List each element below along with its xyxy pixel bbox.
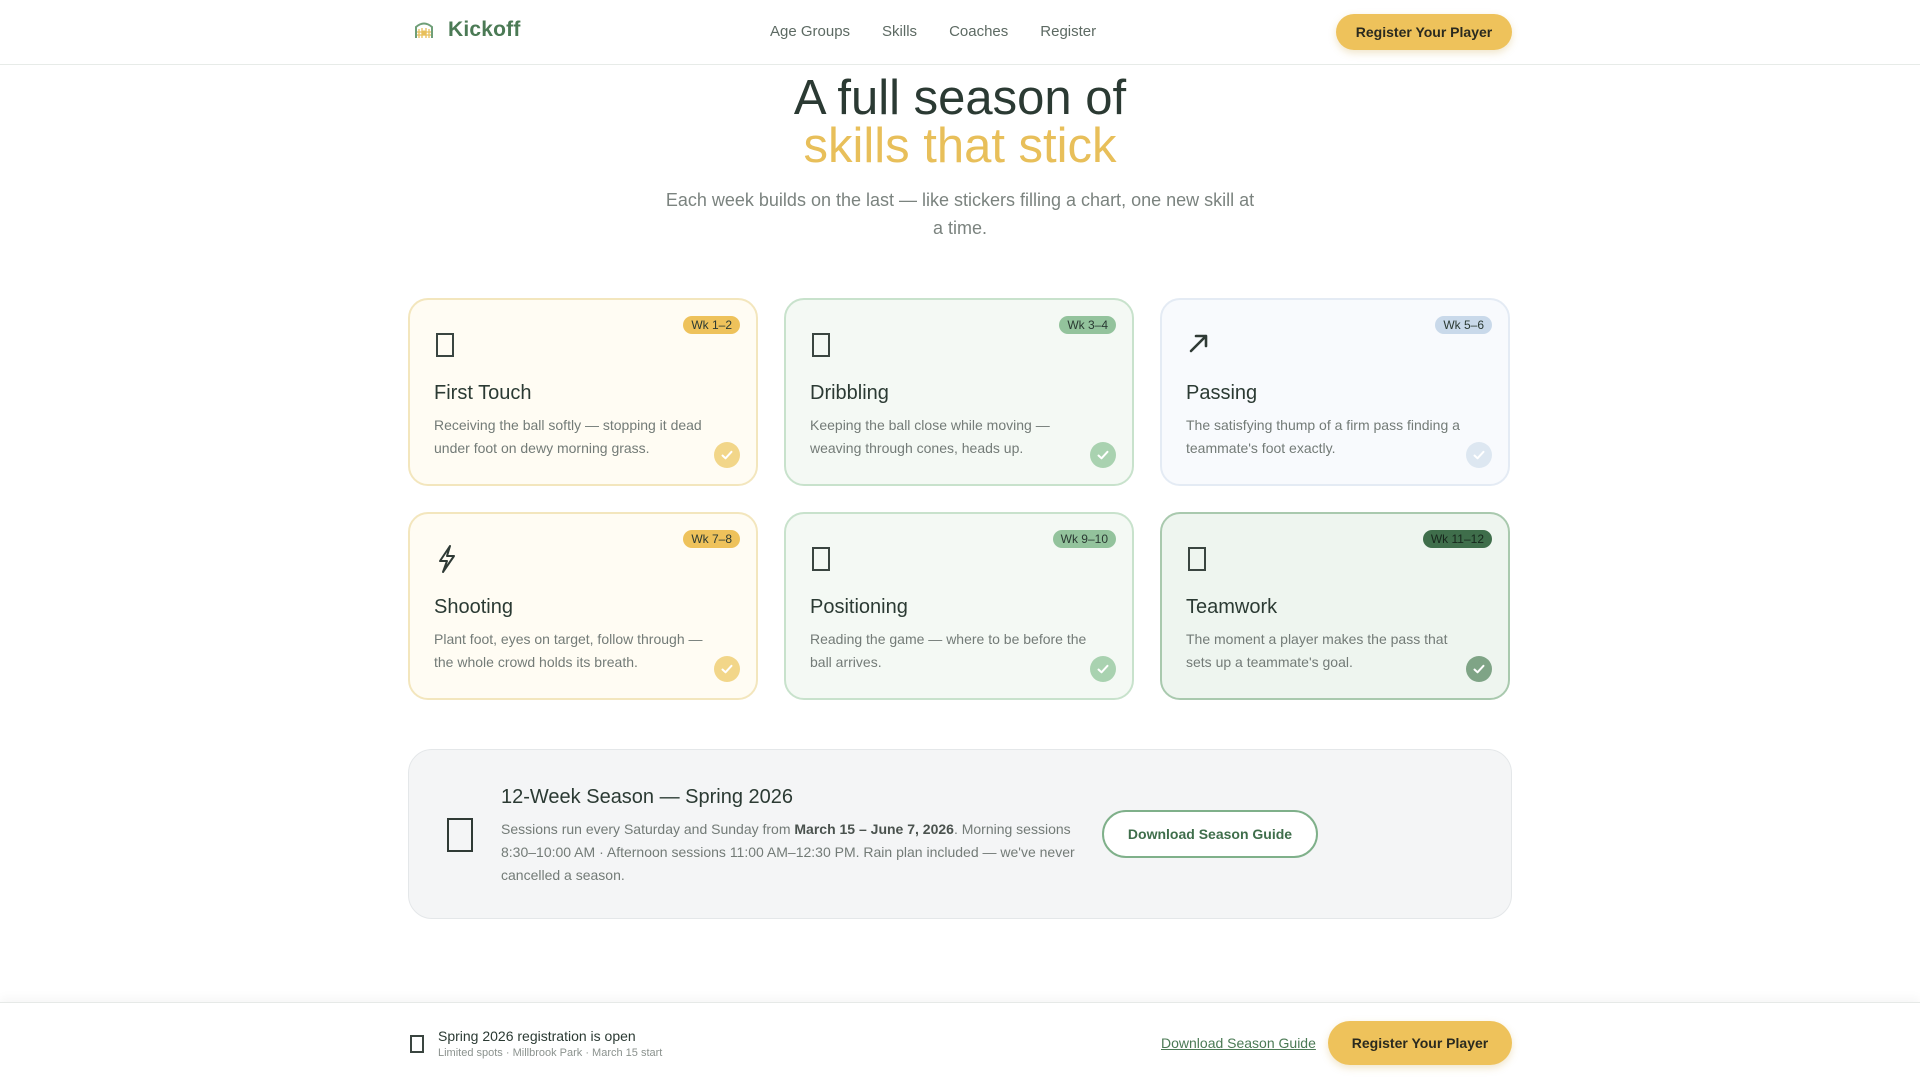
skill-card-teamwork[interactable]: Wk 11–12 Teamwork The moment a player ma… [1160,512,1510,700]
season-info-panel: 12-Week Season — Spring 2026 Sessions ru… [408,749,1512,919]
skill-description: Reading the game — where to be before th… [810,631,1087,670]
week-badge: Wk 3–4 [1059,316,1116,334]
skill-description: Keeping the ball close while moving — we… [810,417,1050,456]
hero-subtitle: Each week builds on the last — like stic… [665,190,1255,238]
skill-description: Plant foot, eyes on target, follow throu… [434,631,703,670]
week-badge: Wk 9–10 [1052,530,1116,548]
goal-logo-icon [415,22,433,38]
skill-title: First Touch [434,382,532,404]
nav-register[interactable]: Register [1040,23,1096,40]
skill-description: The satisfying thump of a firm pass find… [1186,417,1460,456]
skill-description: The moment a player makes the pass that … [1186,631,1448,670]
square-placeholder-icon [812,333,830,357]
hero-title-highlight: skills that stick [803,119,1117,173]
nav-skills[interactable]: Skills [882,23,917,40]
season-desc-prefix: Sessions run every Saturday and Sunday f… [501,821,795,837]
skill-title: Dribbling [810,382,889,404]
flag-placeholder-icon [410,1035,424,1053]
main-nav: Age Groups Skills Coaches Register [770,23,1096,40]
registration-status-title: Spring 2026 registration is open [438,1028,636,1044]
week-badge: Wk 11–12 [1422,530,1492,548]
season-dates: March 15 – June 7, 2026 [794,821,954,837]
arrow-up-right-icon [1186,330,1212,360]
register-player-button-bottom[interactable]: Register Your Player [1328,1021,1512,1065]
skill-title: Teamwork [1186,596,1278,618]
skill-title: Shooting [434,596,513,618]
skill-title: Positioning [810,596,908,618]
season-title: 12-Week Season — Spring 2026 [501,786,794,808]
registration-status-subtitle: Limited spots · Millbrook Park · March 1… [438,1047,663,1059]
brand-name: Kickoff [448,18,521,41]
skill-card-shooting[interactable]: Wk 7–8 Shooting Plant foot, eyes on targ… [408,512,758,700]
check-icon [1090,442,1116,468]
season-description: Sessions run every Saturday and Sunday f… [501,818,1091,887]
skill-card-first-touch[interactable]: Wk 1–2 First Touch Receiving the ball so… [408,298,758,486]
skill-card-dribbling[interactable]: Wk 3–4 Dribbling Keeping the ball close … [784,298,1134,486]
check-icon [714,442,740,468]
nav-age-groups[interactable]: Age Groups [770,23,850,40]
lightning-icon [434,544,460,574]
skill-card-positioning[interactable]: Wk 9–10 Positioning Reading the game — w… [784,512,1134,700]
square-placeholder-icon [812,547,830,571]
download-season-guide-button[interactable]: Download Season Guide [1102,810,1318,858]
registration-sticky-bar: Spring 2026 registration is open Limited… [0,1002,1920,1081]
skill-description: Receiving the ball softly — stopping it … [434,417,702,456]
calendar-placeholder-icon [447,818,473,852]
check-icon [714,656,740,682]
check-icon [1090,656,1116,682]
square-placeholder-icon [436,333,454,357]
week-badge: Wk 5–6 [1435,316,1492,334]
week-badge: Wk 1–2 [683,316,740,334]
skill-card-passing[interactable]: Wk 5–6 Passing The satisfying thump of a… [1160,298,1510,486]
nav-coaches[interactable]: Coaches [949,23,1008,40]
brand[interactable]: Kickoff [412,18,521,42]
week-badge: Wk 7–8 [683,530,740,548]
skill-title: Passing [1186,382,1258,404]
top-navigation-bar: Kickoff Age Groups Skills Coaches Regist… [0,0,1920,65]
check-icon [1466,442,1492,468]
download-season-guide-link[interactable]: Download Season Guide [1161,1035,1316,1051]
check-icon [1466,656,1492,682]
register-player-button[interactable]: Register Your Player [1336,14,1512,50]
square-placeholder-icon [1188,547,1206,571]
